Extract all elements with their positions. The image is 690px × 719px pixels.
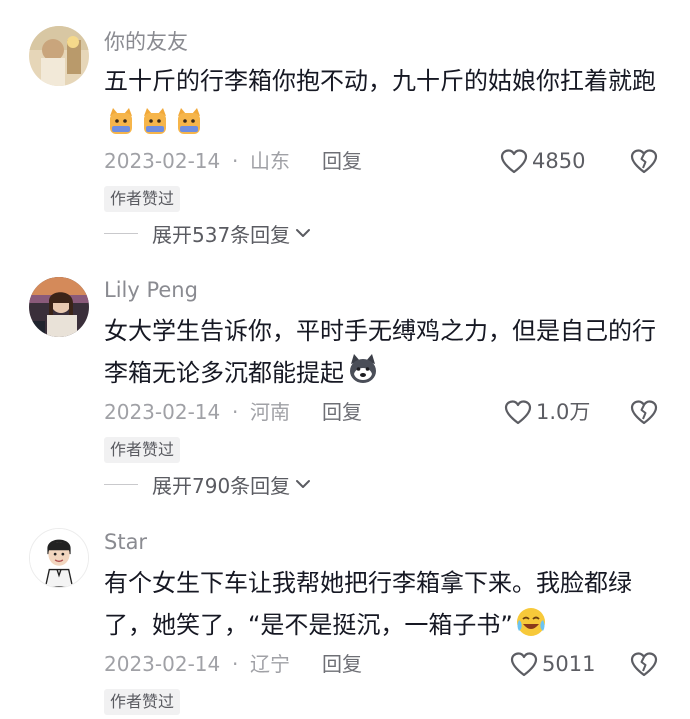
comment-meta: 2023-02-14 · 辽宁 回复 5011: [104, 649, 690, 679]
comment-text: 有个女生下车让我帮她把行李箱拿下来。我脸都绿了，她笑了，“是不是挺沉，一箱子书”: [104, 562, 664, 646]
chevron-down-icon: [296, 229, 311, 237]
dislike-button[interactable]: [630, 147, 658, 175]
cat-emoji: [106, 106, 136, 136]
comment-text-body: 女大学生告诉你，平时手无缚鸡之力，但是自己的行李箱无论多沉都能提起: [104, 317, 656, 387]
comment-region: 河南: [250, 400, 290, 424]
author-liked-badge: 作者赞过: [104, 186, 181, 212]
separator-dot: ·: [232, 652, 239, 676]
like-button[interactable]: 5011: [510, 649, 595, 679]
comment-item: 你的友友 五十斤的行李箱你抱不动，九十斤的姑娘你扛着就跑 2023-02-14 …: [0, 0, 690, 260]
comment-item: Lily Peng 女大学生告诉你，平时手无缚鸡之力，但是自己的行李箱无论多沉都…: [0, 260, 690, 520]
expand-replies-button[interactable]: 展开537条回复: [104, 218, 312, 248]
divider-line: [104, 232, 138, 234]
expand-replies-label: 展开790条回复: [152, 473, 291, 498]
reply-button[interactable]: 回复: [322, 397, 362, 427]
comment-text-body: 有个女生下车让我帮她把行李箱拿下来。我脸都绿了，她笑了，“是不是挺沉，一箱子书”: [104, 569, 632, 639]
author-liked-badge: 作者赞过: [104, 689, 181, 715]
divider-line: [104, 483, 138, 485]
comment-text: 五十斤的行李箱你抱不动，九十斤的姑娘你扛着就跑: [104, 60, 664, 144]
username[interactable]: Lily Peng: [104, 278, 198, 302]
like-count: 5011: [542, 652, 596, 676]
broken-heart-icon: [630, 400, 658, 425]
username[interactable]: 你的友友: [104, 26, 188, 56]
broken-heart-icon: [630, 149, 658, 174]
chevron-down-icon: [296, 480, 311, 488]
like-button[interactable]: 4850: [500, 146, 585, 176]
heart-outline-icon: [510, 652, 538, 677]
crying-laugh-emoji: [515, 606, 547, 638]
comment-meta: 2023-02-14 · 河南 回复 1.0万: [104, 397, 690, 427]
comment-text-body: 五十斤的行李箱你抱不动，九十斤的姑娘你扛着就跑: [104, 67, 656, 95]
comment-date: 2023-02-14: [104, 400, 221, 424]
separator-dot: ·: [232, 400, 239, 424]
avatar[interactable]: [29, 528, 89, 588]
comment-date: 2023-02-14: [104, 652, 221, 676]
username[interactable]: Star: [104, 530, 147, 554]
like-count: 4850: [532, 149, 586, 173]
cat-emoji: [174, 106, 204, 136]
comment-meta: 2023-02-14 · 山东 回复 4850: [104, 146, 690, 176]
dislike-button[interactable]: [630, 650, 658, 678]
comment-date: 2023-02-14: [104, 149, 221, 173]
reply-button[interactable]: 回复: [322, 649, 362, 679]
comment-text: 女大学生告诉你，平时手无缚鸡之力，但是自己的行李箱无论多沉都能提起: [104, 310, 664, 394]
heart-outline-icon: [504, 400, 532, 425]
expand-replies-label: 展开537条回复: [152, 222, 291, 247]
comment-region: 山东: [250, 149, 290, 173]
heart-outline-icon: [500, 149, 528, 174]
cat-emoji: [140, 106, 170, 136]
like-button[interactable]: 1.0万: [504, 397, 590, 427]
comment-item: Star 有个女生下车让我帮她把行李箱拿下来。我脸都绿了，她笑了，“是不是挺沉，…: [0, 520, 690, 719]
separator-dot: ·: [232, 149, 239, 173]
broken-heart-icon: [630, 652, 658, 677]
avatar[interactable]: [29, 277, 89, 337]
author-liked-badge: 作者赞过: [104, 437, 181, 463]
comment-region: 辽宁: [250, 652, 290, 676]
husky-emoji: [346, 352, 380, 386]
dislike-button[interactable]: [630, 398, 658, 426]
reply-button[interactable]: 回复: [322, 146, 362, 176]
expand-replies-button[interactable]: 展开790条回复: [104, 469, 312, 499]
avatar[interactable]: [29, 26, 89, 86]
like-count: 1.0万: [536, 400, 591, 424]
